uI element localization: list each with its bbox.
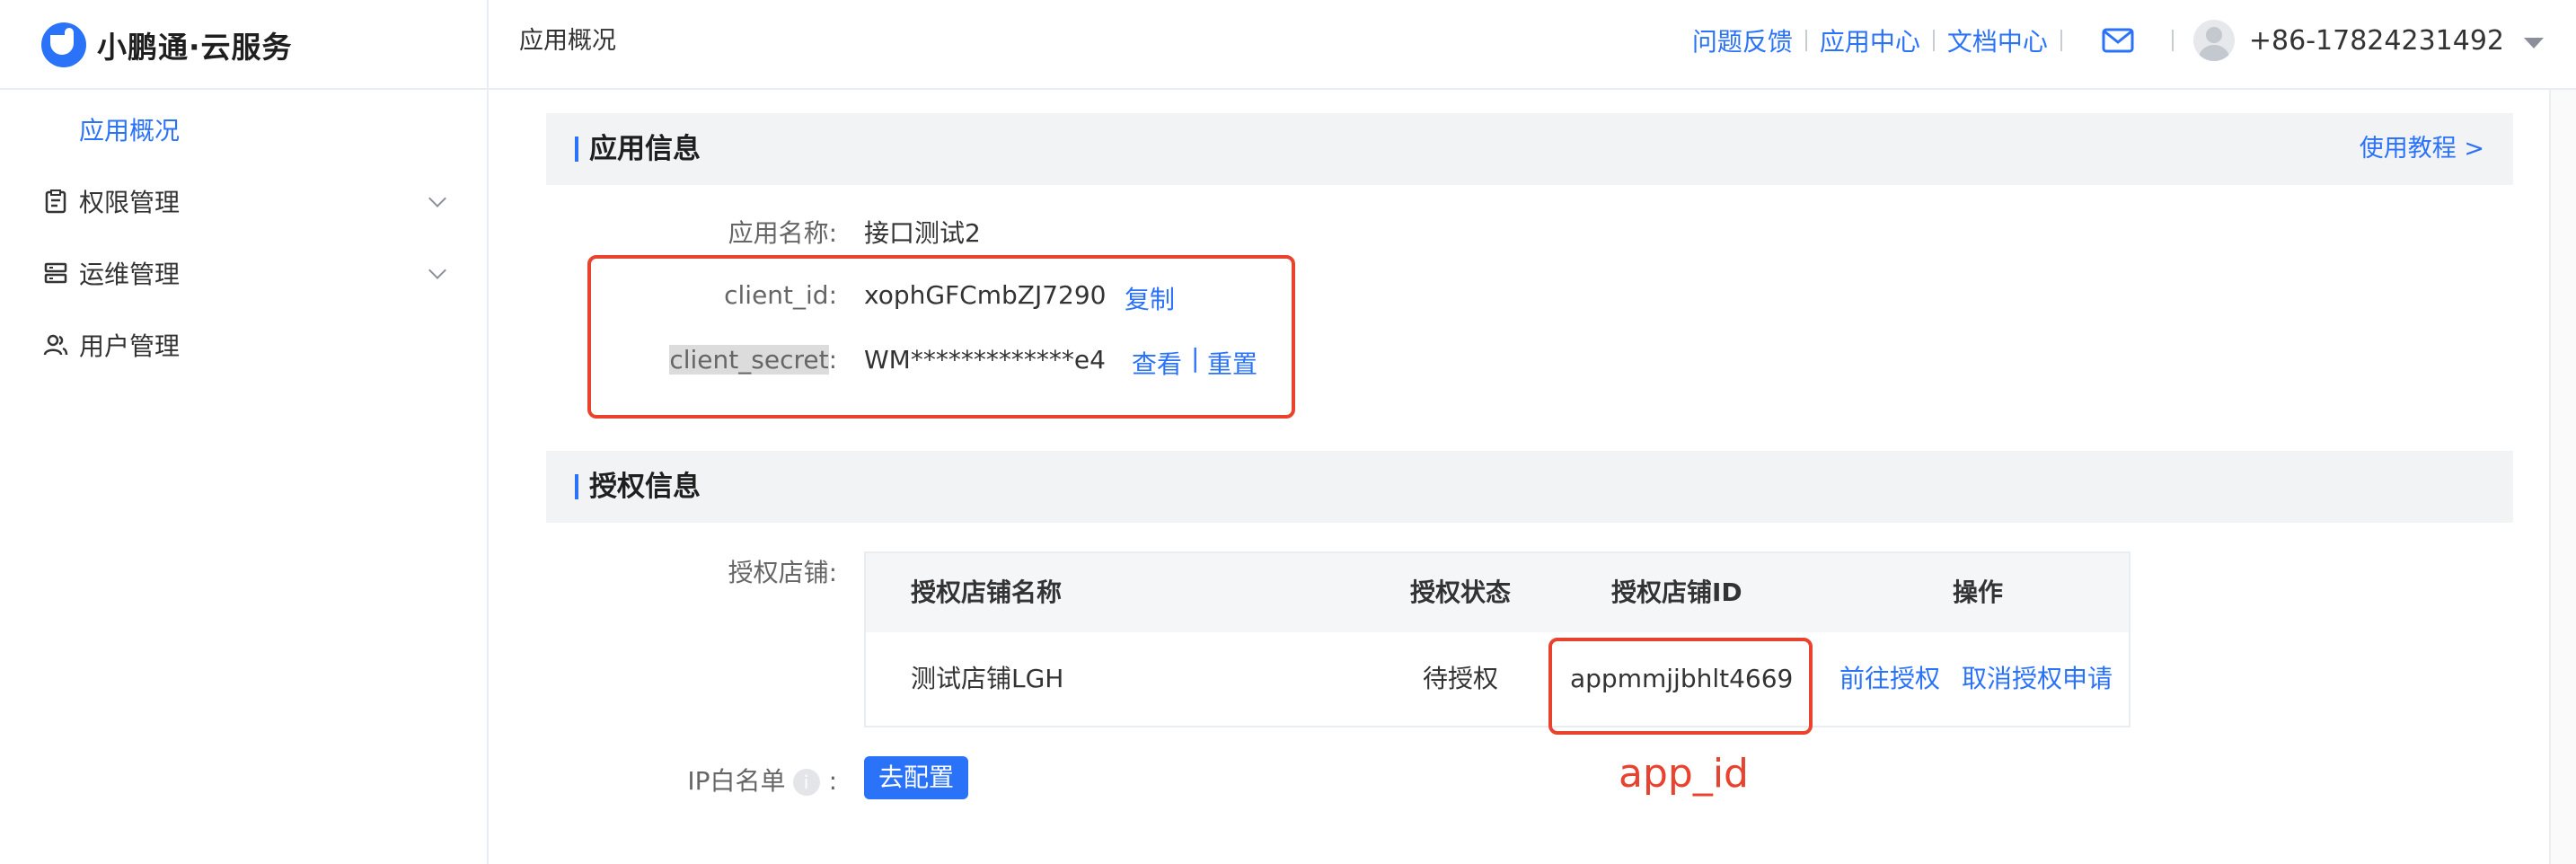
logo-text: 小鹏通·云服务 <box>97 30 293 65</box>
tutorial-link[interactable]: 使用教程 > <box>2360 113 2484 185</box>
table-header: 授权店铺名称 授权状态 授权店铺ID 操作 <box>866 553 2129 632</box>
logo-icon <box>41 22 86 67</box>
go-authorize-link[interactable]: 前往授权 <box>1839 632 1940 726</box>
label-colon: : <box>828 345 837 375</box>
sidebar-item-app-overview[interactable]: 应用概况 <box>79 111 180 147</box>
sidebar-item-operations[interactable]: 运维管理 <box>0 246 485 300</box>
divider <box>2171 30 2174 51</box>
sidebar-item-label: 运维管理 <box>79 260 181 289</box>
ip-whitelist-label-wrap: IP白名单 i: <box>550 762 837 798</box>
sidebar-item-users[interactable]: 用户管理 <box>0 318 485 372</box>
app-id-annotation: app_id <box>1619 751 1749 797</box>
section-accent <box>575 137 578 162</box>
app-name-value: 接口测试2 <box>864 218 981 248</box>
section-accent <box>575 474 578 499</box>
authorized-stores-label: 授权店铺: <box>728 558 837 587</box>
sidebar-item-label: 用户管理 <box>79 331 181 361</box>
server-icon <box>44 262 67 284</box>
ip-whitelist-label: IP白名单 <box>687 766 786 796</box>
column-header: 操作 <box>1953 577 2004 607</box>
avatar[interactable] <box>2192 20 2235 61</box>
store-id-highlight-box <box>1548 638 1813 735</box>
scrollbar[interactable] <box>2549 90 2576 864</box>
link-separator: | <box>1191 343 1200 373</box>
section-title: 授权信息 <box>589 471 701 503</box>
top-header: 小鹏通·云服务 应用概况 问题反馈 应用中心 文档中心 +86-17824231… <box>0 0 2576 90</box>
page-title: 应用概况 <box>519 27 616 55</box>
column-header: 授权店铺ID <box>1611 577 1742 607</box>
divider <box>1804 30 1807 51</box>
app-info-header: 应用信息 使用教程 > <box>546 113 2513 185</box>
authorized-stores-table: 授权店铺名称 授权状态 授权店铺ID 操作 测试店铺LGH 待授权 appmmj… <box>864 551 2130 727</box>
clipboard-icon <box>45 190 66 214</box>
view-secret-button[interactable]: 查看 <box>1132 345 1182 381</box>
client-id-value: xophGFCmbZJ7290 <box>864 280 1107 310</box>
client-secret-label: client_secret <box>669 345 829 375</box>
mail-icon[interactable] <box>2102 27 2134 54</box>
label-colon: : <box>828 766 837 796</box>
configure-button[interactable]: 去配置 <box>864 756 968 799</box>
client-secret-label-wrap: client_secret: <box>550 345 837 375</box>
column-header: 授权状态 <box>1410 577 1512 607</box>
app-center-link[interactable]: 应用中心 <box>1820 22 1920 58</box>
docs-center-link[interactable]: 文档中心 <box>1947 22 2048 58</box>
feedback-link[interactable]: 问题反馈 <box>1692 22 1793 58</box>
section-title: 应用信息 <box>589 133 701 165</box>
column-header: 授权店铺名称 <box>911 577 1063 607</box>
store-name-cell: 测试店铺LGH <box>911 664 1064 693</box>
app-name-label: 应用名称: <box>728 218 837 248</box>
sidebar-item-permissions[interactable]: 权限管理 <box>0 174 485 228</box>
reset-secret-button[interactable]: 重置 <box>1207 345 1257 381</box>
chevron-down-icon <box>428 261 446 279</box>
user-phone[interactable]: +86-17824231492 <box>2249 25 2504 57</box>
divider <box>2060 30 2062 51</box>
client-id-label: client_id: <box>724 280 837 310</box>
top-links: 问题反馈 应用中心 文档中心 +86-17824231492 <box>1692 0 2576 81</box>
copy-button[interactable]: 复制 <box>1125 280 1175 316</box>
sidebar-item-label: 权限管理 <box>79 188 181 217</box>
info-icon[interactable]: i <box>792 769 820 796</box>
chevron-down-icon <box>428 190 446 207</box>
cancel-authorization-link[interactable]: 取消授权申请 <box>1962 632 2113 726</box>
users-icon <box>43 334 68 356</box>
caret-down-icon[interactable] <box>2524 38 2544 48</box>
client-secret-value: WM*************e4 <box>864 345 1106 375</box>
divider <box>1932 30 1935 51</box>
auth-status-cell: 待授权 <box>1423 664 1499 693</box>
auth-info-header: 授权信息 <box>546 451 2513 523</box>
logo-area[interactable]: 小鹏通·云服务 <box>0 0 489 90</box>
